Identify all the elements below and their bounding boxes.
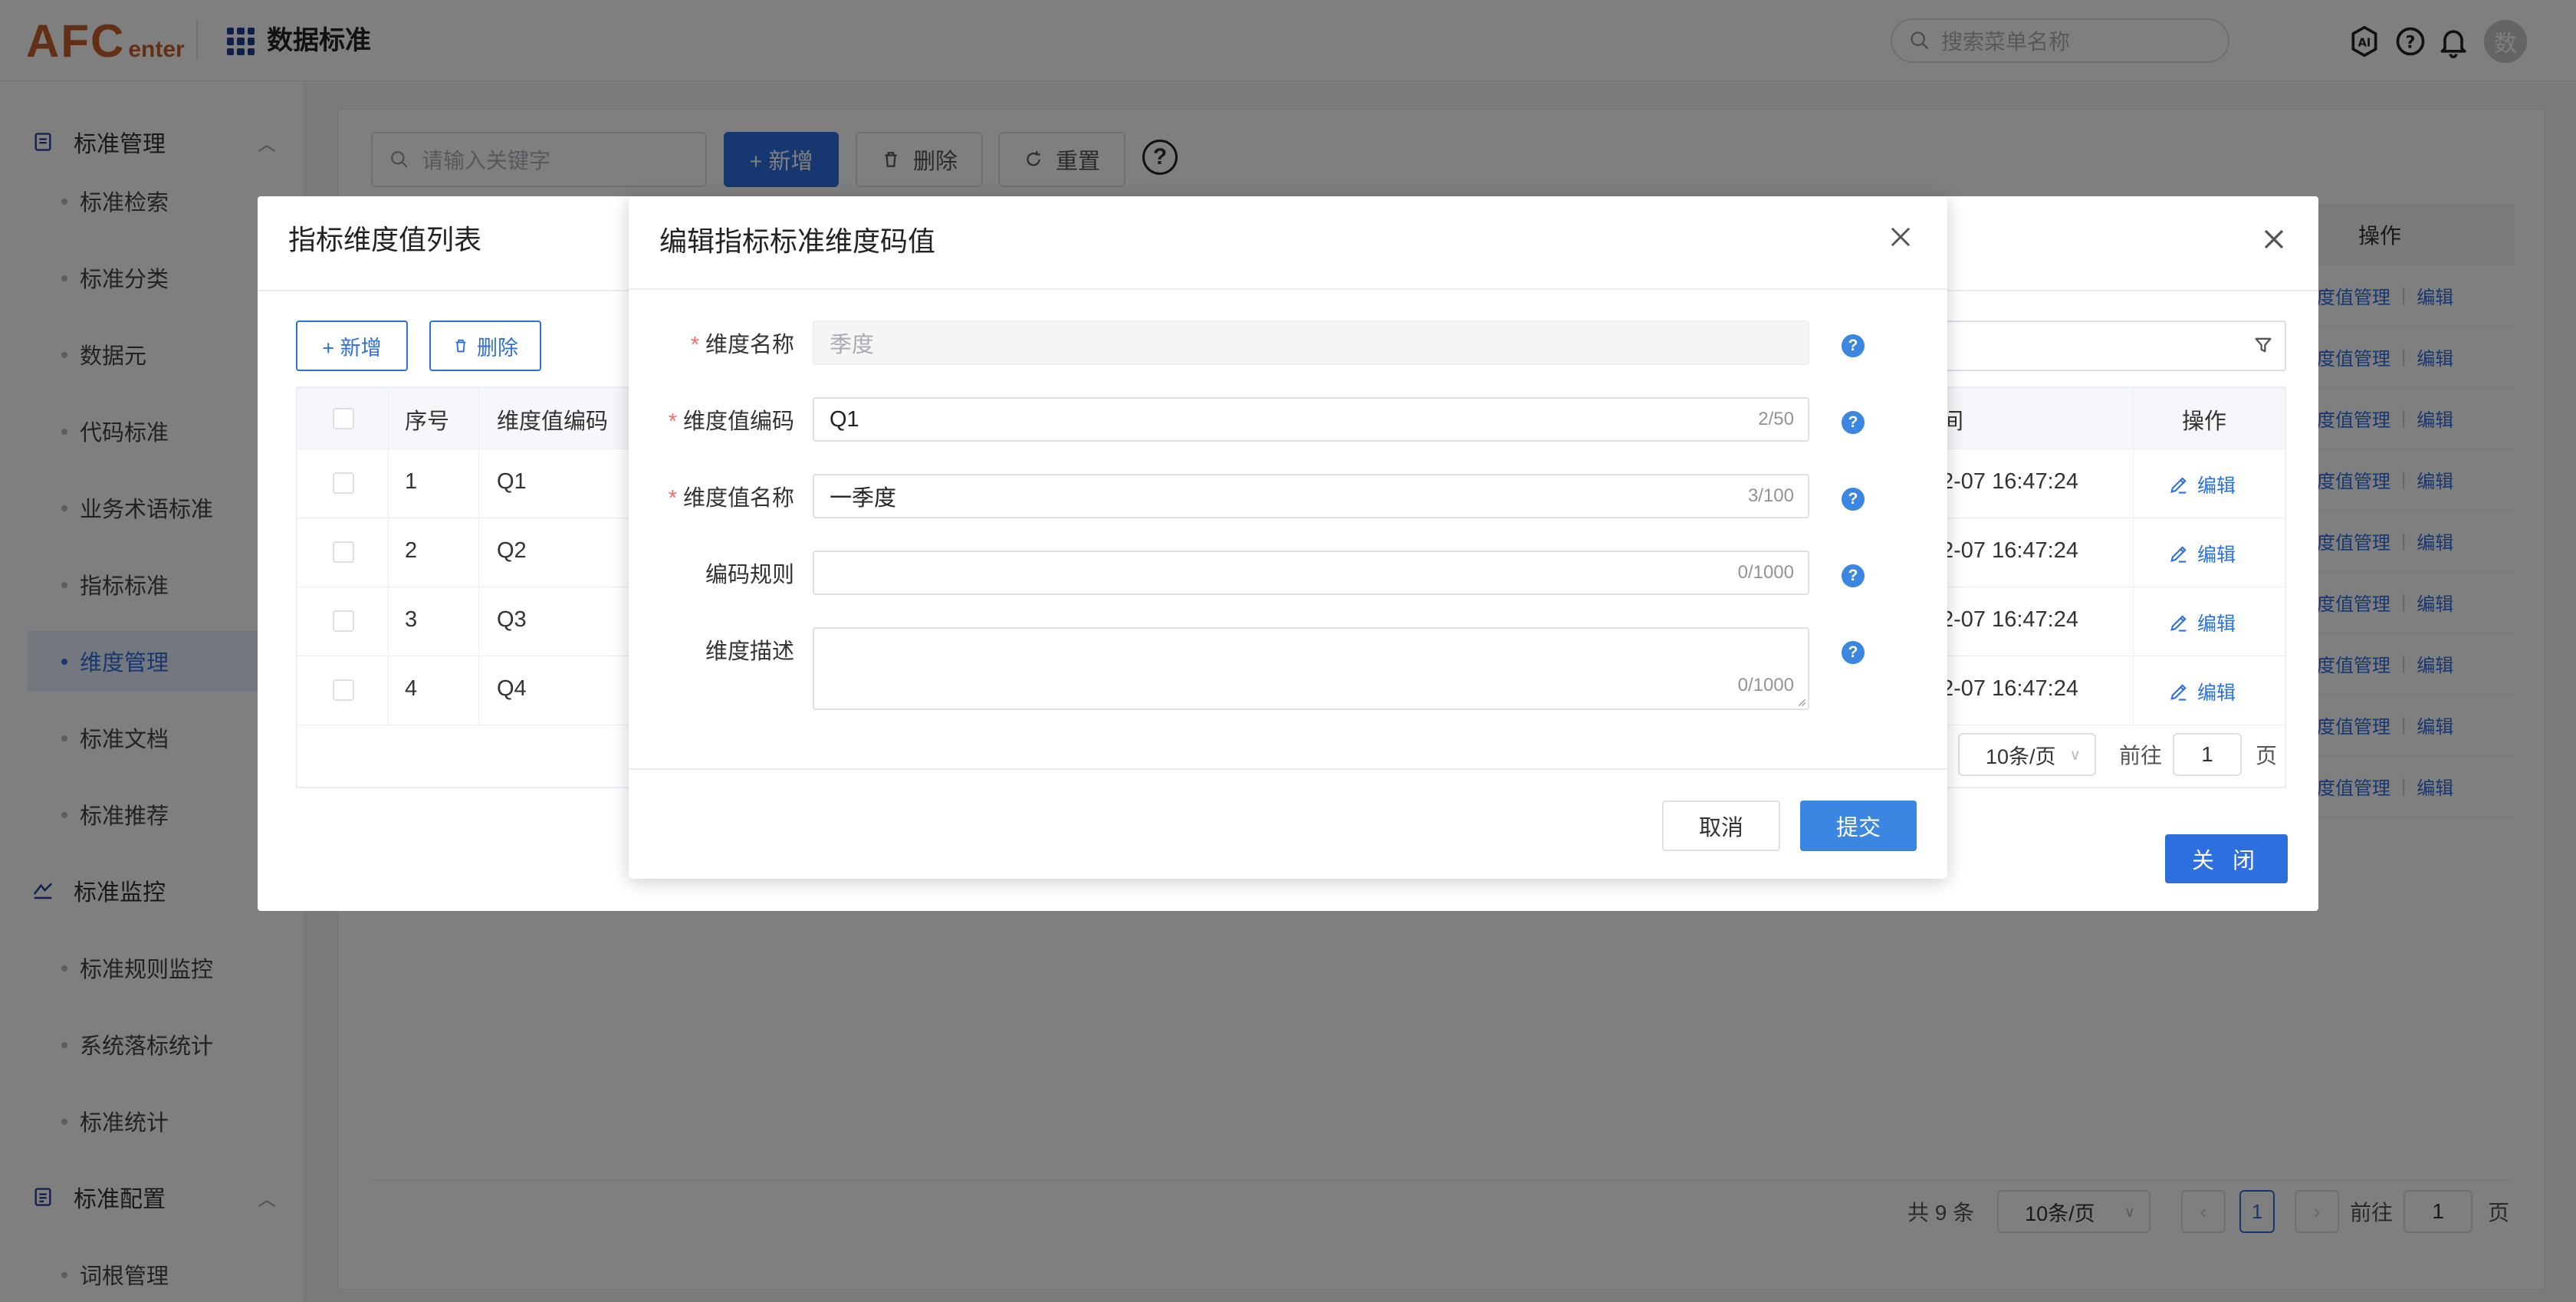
row-checkbox[interactable] xyxy=(333,679,354,701)
row-edit-link[interactable]: 编辑 xyxy=(2168,678,2236,705)
cancel-button[interactable]: 取消 xyxy=(1662,801,1780,851)
page-unit: 页 xyxy=(2256,744,2278,768)
dialog-divider xyxy=(629,288,1947,290)
char-counter: 0/1000 xyxy=(1737,675,1794,695)
dimension-value-name-input[interactable]: 一季度 3/100 xyxy=(813,474,1809,518)
trash-icon xyxy=(455,339,466,353)
field-label-dimension-name: * 维度名称 xyxy=(690,333,794,357)
field-label-dimension-description: 维度描述 xyxy=(705,639,794,664)
list-goto-page-input[interactable]: 1 xyxy=(2173,733,2242,776)
char-counter: 0/1000 xyxy=(1737,562,1794,583)
help-icon[interactable]: ? xyxy=(1842,564,1865,587)
help-icon[interactable]: ? xyxy=(1842,334,1865,357)
coding-rule-input[interactable]: 0/1000 xyxy=(813,551,1809,595)
submit-button[interactable]: 提交 xyxy=(1800,801,1917,851)
help-icon[interactable]: ? xyxy=(1842,488,1865,511)
row-checkbox[interactable] xyxy=(333,472,354,494)
dialog-title: 指标维度值列表 xyxy=(288,224,482,255)
list-add-button[interactable]: + 新增 xyxy=(296,321,408,371)
close-dialog-button[interactable]: 关 闭 xyxy=(2165,834,2288,883)
column-action: 操作 xyxy=(2182,409,2227,434)
dialog-title: 编辑指标标准维度码值 xyxy=(659,225,936,257)
field-label-coding-rule: 编码规则 xyxy=(705,563,794,587)
goto-label: 前往 xyxy=(2119,744,2163,768)
row-checkbox[interactable] xyxy=(333,541,354,563)
chevron-down-icon: ∨ xyxy=(2069,746,2081,764)
column-index: 序号 xyxy=(405,409,450,434)
field-label-dimension-value-name: * 维度值名称 xyxy=(668,486,794,511)
help-icon[interactable]: ? xyxy=(1842,411,1865,434)
edit-icon xyxy=(2170,615,2187,632)
select-all-checkbox[interactable] xyxy=(333,408,354,429)
close-icon[interactable] xyxy=(1886,222,1915,252)
filter-icon xyxy=(2255,337,2272,353)
close-icon[interactable] xyxy=(2257,222,2291,256)
dimension-description-textarea[interactable]: 0/1000 xyxy=(813,627,1809,710)
resize-handle-icon[interactable] xyxy=(1796,696,1806,707)
dimension-name-input: 季度 xyxy=(813,321,1809,365)
edit-icon xyxy=(2170,477,2187,494)
char-counter: 2/50 xyxy=(1758,409,1794,429)
list-page-size-select[interactable]: 10条/页 ∨ xyxy=(1958,733,2096,776)
row-edit-link[interactable]: 编辑 xyxy=(2168,540,2236,567)
filter-input[interactable] xyxy=(1932,321,2286,371)
edit-icon xyxy=(2170,546,2187,563)
help-icon[interactable]: ? xyxy=(1842,641,1865,664)
list-pagination: 10条/页 ∨ 前往 1 页 xyxy=(1958,733,2277,776)
edit-icon xyxy=(2170,684,2187,701)
row-edit-link[interactable]: 编辑 xyxy=(2168,609,2236,636)
edit-dimension-value-dialog xyxy=(629,196,1947,879)
dialog-footer-divider xyxy=(629,768,1947,770)
row-edit-link[interactable]: 编辑 xyxy=(2168,471,2236,498)
dimension-value-code-input[interactable]: Q1 2/50 xyxy=(813,397,1809,442)
field-label-dimension-value-code: * 维度值编码 xyxy=(668,409,794,434)
char-counter: 3/100 xyxy=(1747,485,1794,506)
list-delete-button[interactable]: 删除 xyxy=(429,321,541,371)
row-checkbox[interactable] xyxy=(333,610,354,632)
